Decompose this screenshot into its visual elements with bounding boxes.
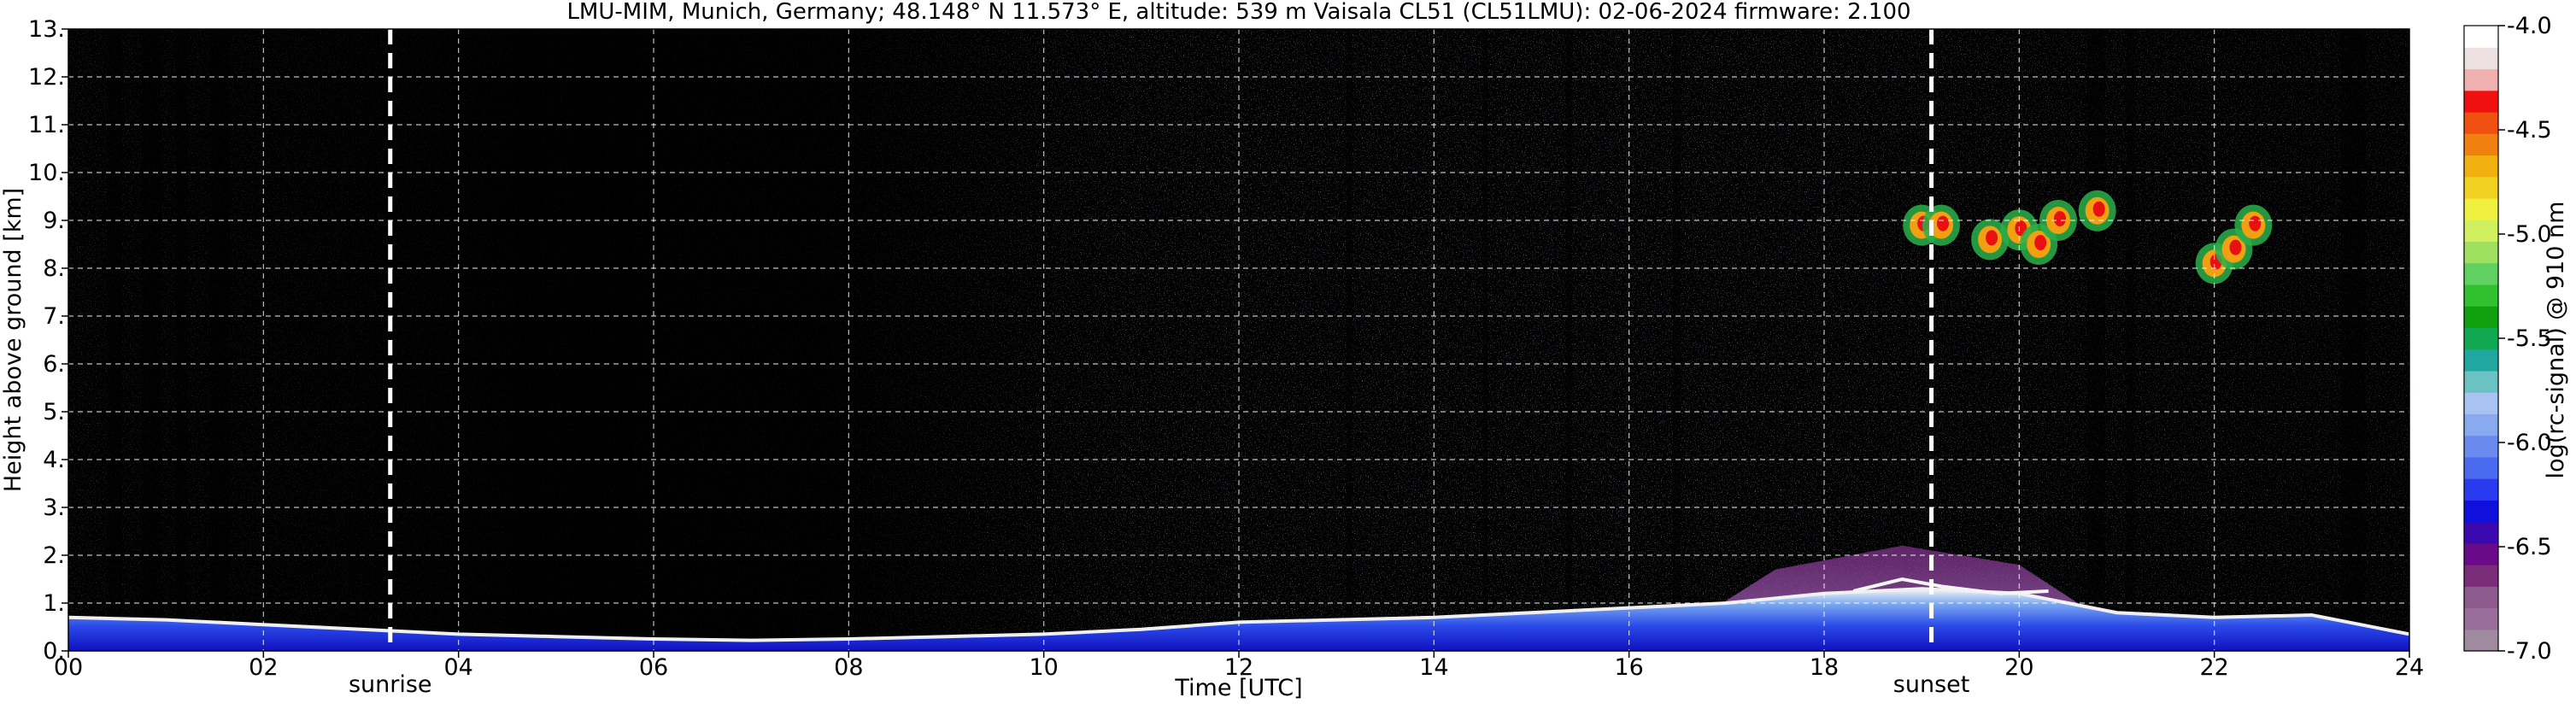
colorbar-swatch (2464, 542, 2498, 565)
y-tick-label: 10. (28, 160, 65, 186)
colorbar-swatch (2464, 111, 2498, 134)
chart-title: LMU-MIM, Munich, Germany; 48.148° N 11.5… (566, 0, 1910, 25)
colorbar-swatch (2464, 68, 2498, 91)
dark-column (1482, 29, 1488, 651)
cloud-patch (2054, 211, 2066, 226)
cloud-patch (2092, 201, 2105, 217)
colorbar-swatch (2464, 284, 2498, 307)
cloud-patch (2249, 215, 2262, 231)
colorbar-swatch (2464, 456, 2498, 479)
colorbar-swatch (2464, 392, 2498, 414)
dark-column (209, 29, 230, 651)
y-tick-label: 2. (43, 542, 65, 569)
dark-column (175, 29, 188, 651)
plot-area (68, 29, 2409, 651)
colorbar-swatch (2464, 90, 2498, 113)
y-tick-label: 6. (43, 351, 65, 378)
colorbar-swatch (2464, 197, 2498, 220)
colorbar-swatch (2464, 349, 2498, 372)
x-tick-label: 14 (1419, 654, 1448, 681)
dark-column (1673, 29, 1681, 651)
colorbar-swatch (2464, 47, 2498, 70)
colorbar-swatch (2464, 26, 2498, 48)
chart-svg: LMU-MIM, Munich, Germany; 48.148° N 11.5… (0, 0, 2569, 701)
colorbar-swatch (2464, 220, 2498, 243)
y-tick-label: 11. (28, 112, 65, 138)
y-axis-label: Height above ground [km] (0, 188, 26, 492)
y-tick-label: 5. (43, 399, 65, 425)
x-tick-label: 24 (2395, 654, 2424, 681)
dark-column (2126, 29, 2135, 651)
y-tick-label: 0. (43, 638, 65, 665)
dark-column (141, 29, 161, 651)
y-tick-label: 8. (43, 255, 65, 282)
colorbar-swatch (2464, 565, 2498, 587)
colorbar-swatch (2464, 500, 2498, 523)
dark-column (517, 29, 542, 651)
y-tick-label: 4. (43, 447, 65, 473)
colorbar-swatch (2464, 413, 2498, 437)
y-tick-label: 13. (28, 16, 65, 43)
y-tick-label: 9. (43, 208, 65, 234)
cloud-patch (1986, 230, 1998, 246)
colorbar-swatch (2464, 327, 2498, 350)
colorbar-swatch (2464, 478, 2498, 501)
colorbar-swatch (2464, 306, 2498, 328)
y-tick-label: 1. (43, 590, 65, 617)
colorbar-swatch (2464, 607, 2498, 630)
colorbar-tick-label: -6.5 (2507, 534, 2552, 560)
colorbar-swatches (2464, 26, 2498, 652)
colorbar-tick-label: -4.5 (2507, 117, 2552, 144)
dark-column (2087, 29, 2105, 651)
cloud-patch (2229, 239, 2242, 255)
colorbar-swatch (2464, 262, 2498, 285)
dark-column (614, 29, 635, 651)
x-tick-label: 02 (249, 654, 278, 681)
colorbar-swatch (2464, 586, 2498, 609)
y-axis-ticks: 0. 1. 2. 3. 4. 5. 6. 7. 8. 9. 10. 11. 12. 13. (28, 16, 68, 665)
dark-column (2341, 29, 2366, 651)
dark-column (575, 29, 605, 651)
colorbar: -7.0-6.5-6.0-5.5-5.0-4.5-4.0 log(rc-sign… (2463, 13, 2569, 665)
x-tick-label: 04 (443, 654, 472, 681)
y-tick-label: 12. (28, 64, 65, 91)
sun-annotations: sunrise sunset (349, 671, 1969, 698)
x-tick-label: 12 (1224, 654, 1253, 681)
colorbar-tick-label: -7.0 (2507, 638, 2552, 665)
sun-annotation-label: sunset (1893, 671, 1970, 698)
colorbar-swatch (2464, 521, 2498, 544)
y-tick-label: 7. (43, 303, 65, 330)
cloud-patch (2034, 235, 2047, 250)
x-tick-label: 06 (639, 654, 668, 681)
sun-annotation-label: sunrise (349, 671, 432, 698)
dark-column (1346, 29, 1353, 651)
colorbar-tick-label: -4.0 (2507, 13, 2552, 39)
colorbar-label: log(rc-signal) @ 910 nm (2543, 202, 2569, 479)
cloud-patch (1937, 215, 1949, 231)
dark-column (1565, 29, 1572, 651)
x-tick-label: 08 (834, 654, 863, 681)
y-tick-label: 3. (43, 495, 65, 521)
x-tick-label: 10 (1029, 654, 1058, 681)
x-tick-label: 18 (1810, 654, 1839, 681)
ceilometer-chart: LMU-MIM, Munich, Germany; 48.148° N 11.5… (0, 0, 2576, 706)
x-tick-label: 22 (2199, 654, 2228, 681)
colorbar-swatch (2464, 370, 2498, 393)
colorbar-swatch (2464, 133, 2498, 156)
x-tick-label: 16 (1614, 654, 1643, 681)
x-tick-label: 20 (2004, 654, 2033, 681)
dark-column (107, 29, 122, 651)
colorbar-swatch (2464, 176, 2498, 199)
colorbar-swatch (2464, 155, 2498, 178)
colorbar-swatch (2464, 629, 2498, 652)
colorbar-swatch (2464, 435, 2498, 458)
colorbar-swatch (2464, 241, 2498, 264)
